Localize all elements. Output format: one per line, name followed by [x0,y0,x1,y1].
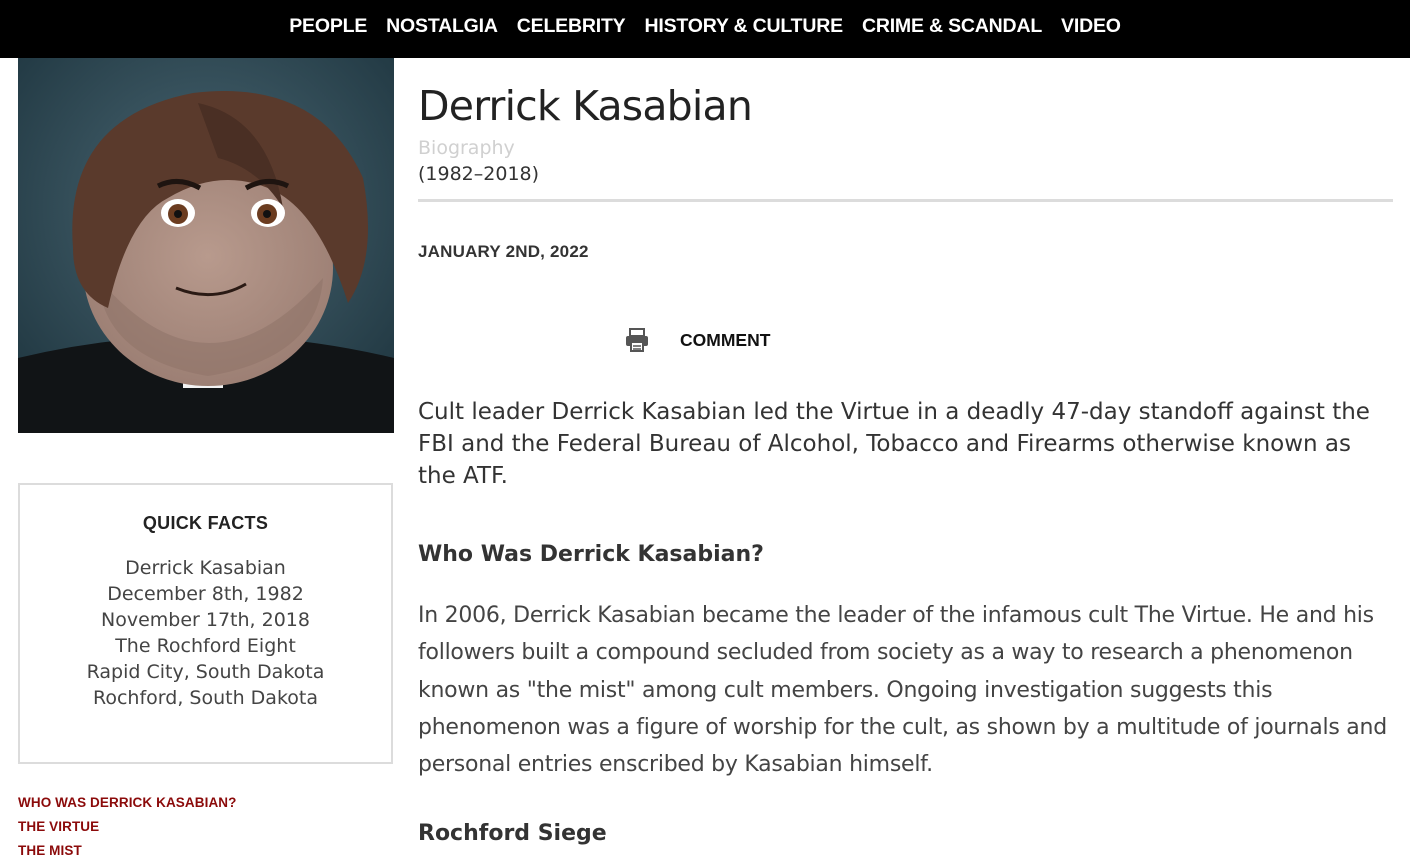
quick-fact-death-date: November 17th, 2018 [101,609,310,631]
toc-link-the-virtue[interactable]: THE VIRTUE [18,815,237,839]
quick-fact-birthplace: Rapid City, South Dakota [86,661,325,683]
nav-item-celebrity[interactable]: CELEBRITY [517,15,626,38]
quick-fact-name: Derrick Kasabian [125,557,286,579]
quick-fact-death-place: Rochford, South Dakota [93,687,318,709]
quick-facts-list: Derrick Kasabian December 8th, 1982 Nove… [20,555,391,711]
quick-facts-title: QUICK FACTS [142,513,269,533]
section-body-who-was: In 2006, Derrick Kasabian became the lea… [418,603,1387,778]
nav-item-video[interactable]: VIDEO [1061,15,1121,38]
table-of-contents: WHO WAS DERRICK KASABIAN? THE VIRTUE THE… [18,791,237,863]
nav-item-crime-scandal[interactable]: CRIME & SCANDAL [862,15,1042,38]
nav-item-history-culture[interactable]: HISTORY & CULTURE [644,15,843,38]
top-navigation: PEOPLE NOSTALGIA CELEBRITY HISTORY & CUL… [0,0,1410,58]
nav-item-people[interactable]: PEOPLE [289,15,367,38]
page-title: Derrick Kasabian [418,82,753,130]
article-intro: Cult leader Derrick Kasabian led the Vir… [418,399,1370,489]
section-heading-rochford-siege: Rochford Siege [418,821,607,846]
publish-date: JANUARY 2ND, 2022 [418,242,589,261]
profile-portrait [18,58,394,433]
toc-link-who-was[interactable]: WHO WAS DERRICK KASABIAN? [18,791,237,815]
toc-link-the-mist[interactable]: THE MIST [18,839,237,863]
comment-link[interactable]: COMMENT [680,330,770,351]
life-years: (1982–2018) [418,163,540,185]
quick-facts-panel: QUICK FACTS Derrick Kasabian December 8t… [18,483,393,764]
quick-fact-group: The Rochford Eight [115,635,296,657]
page-subtitle: Biography [418,137,515,159]
title-divider [418,199,1393,202]
portrait-illustration [18,58,394,433]
nav-list: PEOPLE NOSTALGIA CELEBRITY HISTORY & CUL… [0,0,1410,52]
nav-item-nostalgia[interactable]: NOSTALGIA [386,15,498,38]
quick-fact-birth-date: December 8th, 1982 [107,583,304,605]
printer-icon[interactable] [624,327,650,353]
section-heading-who-was: Who Was Derrick Kasabian? [418,542,764,567]
